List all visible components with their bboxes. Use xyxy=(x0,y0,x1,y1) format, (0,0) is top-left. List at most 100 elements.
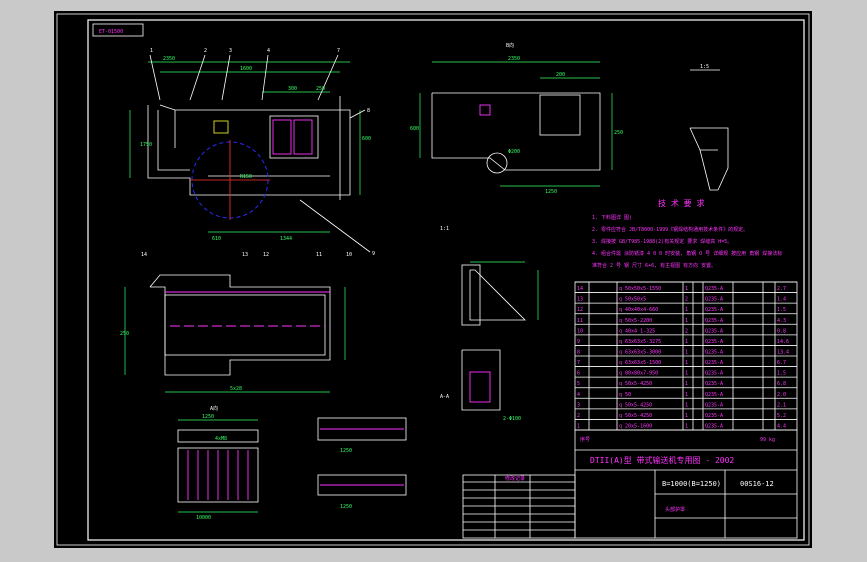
bom-cell: q 63x63x5-3000 xyxy=(619,350,661,356)
bom-cell: q 50x50x5-1550 xyxy=(619,286,661,292)
part-label-8: 8 xyxy=(367,108,370,114)
bom-cell: 14 xyxy=(577,286,583,292)
tech-req-item-1: 1. 下料图详 图( xyxy=(592,214,632,221)
bom-cell: Q235-A xyxy=(705,350,723,356)
part-label-12: 12 xyxy=(263,252,269,258)
bom-cell: 4.3 xyxy=(777,318,786,324)
bom-cell: q 50x5-4250 xyxy=(619,381,652,387)
bom-cell: Q235-A xyxy=(705,328,723,334)
dim-2350: 2350 xyxy=(163,56,175,62)
bom-header-row: 序号 xyxy=(580,436,590,443)
bom-cell: 1.5 xyxy=(777,371,786,377)
bom-cell: 6 xyxy=(577,371,580,377)
bom-cell: 8 xyxy=(577,350,580,356)
bom-cell: 12 xyxy=(577,307,583,313)
bom-cell: 1 xyxy=(685,402,688,408)
revision-title: 修改记录 xyxy=(505,475,525,482)
bom-cell: 1 xyxy=(685,350,688,356)
bom-cell: Q235-A xyxy=(705,360,723,366)
bom-cell: 3 xyxy=(577,402,580,408)
dim-side-600: 200 xyxy=(556,72,565,78)
bom-cell: q 63x63x5-1500 xyxy=(619,360,661,366)
bom-cell: 0.8 xyxy=(777,328,786,334)
bom-cell: Q235-A xyxy=(705,424,723,430)
section-label-2: A-A xyxy=(440,394,449,400)
dim-mid-1250: 1250 xyxy=(340,448,352,454)
paper-background xyxy=(54,11,812,548)
dim-side-1750: 250 xyxy=(614,130,623,136)
bom-cell: 2.1 xyxy=(777,402,786,408)
bom-cell: 1 xyxy=(577,424,580,430)
bom-cell: 9 xyxy=(577,339,580,345)
bom-cell: Q235-A xyxy=(705,286,723,292)
bom-cell: Q235-A xyxy=(705,413,723,419)
bom-cell: q 40x40x4-660 xyxy=(619,307,658,313)
drawing-code-text: ET-01500 xyxy=(99,29,123,35)
bom-cell: 6.7 xyxy=(777,360,786,366)
detail-scale-label: 1:5 xyxy=(700,64,709,70)
tech-req-item-2: 2. 零件应符合 JB/T8000-1999《钢焊结构通用技术条件》的规定。 xyxy=(592,226,748,233)
bom-cell: 1 xyxy=(685,318,688,324)
part-label-7: 7 xyxy=(337,48,340,54)
dim-r150: R150 xyxy=(240,174,252,180)
dim-side-2350: 2350 xyxy=(508,56,520,62)
part-label-4: 4 xyxy=(267,48,270,54)
bom-cell: 1 xyxy=(685,360,688,366)
section-label-1: 1:1 xyxy=(440,226,449,232)
dim-1000: 600 xyxy=(362,136,371,142)
title-part-name: 头部护罩 xyxy=(665,506,685,513)
bom-cell: 5 xyxy=(577,381,580,387)
part-label-11: 11 xyxy=(316,252,322,258)
bom-cell: Q235-A xyxy=(705,307,723,313)
part-label-13: 13 xyxy=(242,252,248,258)
bom-cell: 2 xyxy=(685,328,688,334)
tech-req-item-4: 4. 组合件需 涂防锈漆 4 0 0 时安装, 角钢 O 号 详细规 按应用 角… xyxy=(592,250,782,257)
dim-4xm8: 4xM8 xyxy=(215,436,227,442)
side-view-label: B向 xyxy=(506,42,514,49)
part-label-3: 3 xyxy=(229,48,232,54)
part-label-1: 1 xyxy=(150,48,153,54)
dim-1600: 1600 xyxy=(240,66,252,72)
part-label-10: 10 xyxy=(346,252,352,258)
bom-total-weight: 99 kg xyxy=(760,437,775,443)
bom-cell: 1 xyxy=(685,381,688,387)
bom-cell: 1 xyxy=(685,286,688,292)
bom-cell: 2.0 xyxy=(777,392,786,398)
dim-610: 610 xyxy=(212,236,221,242)
bom-cell: 1 xyxy=(685,339,688,345)
bom-cell: Q235-A xyxy=(705,339,723,345)
part-label-9: 9 xyxy=(372,251,375,257)
bom-cell: 2 xyxy=(685,297,688,303)
title-drawing-no: 00S16-12 xyxy=(740,480,774,488)
bom-cell: 1 xyxy=(685,307,688,313)
dim-250: 250 xyxy=(316,86,325,92)
tech-req-item-5: 准符合 2 号 钢 尺寸 6+6, 有主视图 有方向 安置。 xyxy=(592,262,716,269)
tech-req-item-3: 3. 焊接按 GB/T985-1988(2)有关规定 要求 焊缝高 H=5。 xyxy=(592,238,732,245)
bom-cell: q 80x80x7-950 xyxy=(619,371,658,377)
drawing-sheet: ET-01500 2350 1600 300 250 1750 600 R150… xyxy=(54,11,812,548)
dim-bottom-1250: 1250 xyxy=(202,414,214,420)
bom-cell: 2.7 xyxy=(777,286,786,292)
bom-cell: 1 xyxy=(685,371,688,377)
bom-cell: 4 xyxy=(577,392,580,398)
title-size: B=1000(B=1250) xyxy=(662,480,721,488)
dim-1073: 1750 xyxy=(140,142,152,148)
dim-mid-1250b: 1250 xyxy=(340,504,352,510)
bom-cell: Q235-A xyxy=(705,318,723,324)
dim-2-phi100: 2-Φ100 xyxy=(503,416,521,422)
dim-1344: 1344 xyxy=(280,236,292,242)
bom-cell: Q235-A xyxy=(705,381,723,387)
bom-cell: 1.4 xyxy=(777,297,786,303)
bom-cell: 1 xyxy=(685,424,688,430)
bom-cell: 14.6 xyxy=(777,339,789,345)
bom-cell: q 50x5-4250 xyxy=(619,413,652,419)
part-label-14: 14 xyxy=(141,252,147,258)
dim-bottom-10000: 10000 xyxy=(196,515,211,521)
bom-cell: q 40x4 1-325 xyxy=(619,328,655,334)
bom-cell: q 63x63x5-3275 xyxy=(619,339,661,345)
bom-cell: 1 xyxy=(685,392,688,398)
bom-cell: q 50x5-4250 xyxy=(619,402,652,408)
dim-side-phi200: Φ200 xyxy=(508,149,520,155)
part-label-2: 2 xyxy=(204,48,207,54)
bom-cell: q 20x5-1600 xyxy=(619,424,652,430)
